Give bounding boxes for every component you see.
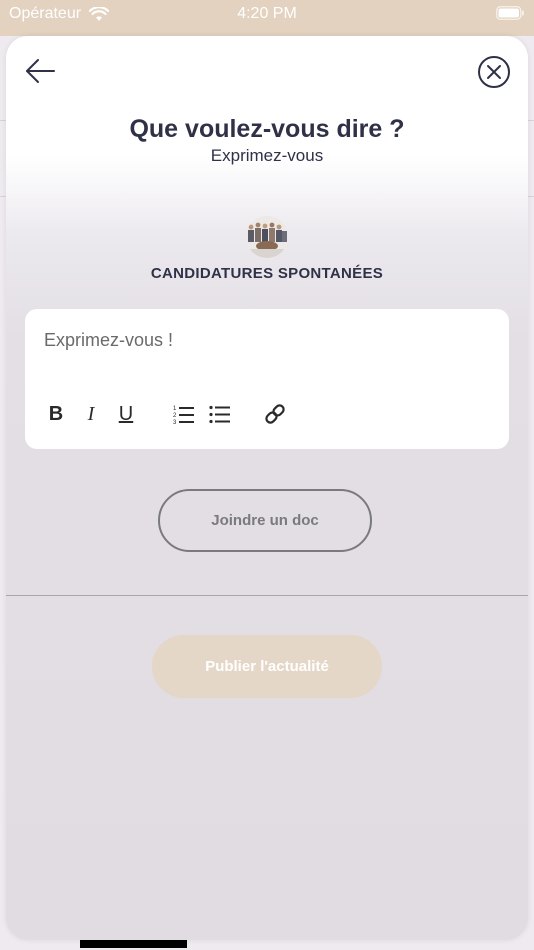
underline-button[interactable]: U <box>117 401 135 427</box>
editor-toolbar: B I U 1 2 3 <box>25 401 509 427</box>
status-time: 4:20 PM <box>237 5 297 22</box>
group-name: CANDIDATURES SPONTANÉES <box>150 265 384 282</box>
link-button[interactable] <box>264 401 286 427</box>
bold-button[interactable]: B <box>47 401 65 427</box>
bullet-list-icon <box>209 405 230 424</box>
svg-text:3: 3 <box>173 420 177 425</box>
home-indicator <box>80 940 187 948</box>
svg-text:1: 1 <box>173 406 177 412</box>
group-avatar <box>246 216 288 258</box>
link-icon <box>265 404 285 424</box>
page-title: Que voulez-vous dire ? <box>129 115 405 143</box>
close-circle-icon <box>478 56 510 88</box>
close-button[interactable] <box>477 55 511 89</box>
svg-text:2: 2 <box>173 413 177 419</box>
divider <box>6 595 528 596</box>
page-subtitle: Exprimez-vous <box>210 146 324 165</box>
publish-button[interactable]: Publier l'actualité <box>152 635 382 698</box>
editor-input[interactable]: Exprimez-vous ! <box>44 330 173 351</box>
battery-icon <box>496 6 524 25</box>
ordered-list-icon: 1 2 3 <box>173 406 194 425</box>
back-arrow-icon <box>26 59 55 83</box>
italic-button[interactable]: I <box>82 401 100 427</box>
back-button[interactable] <box>24 56 58 86</box>
ordered-list-button[interactable]: 1 2 3 <box>173 401 195 427</box>
bullet-list-button[interactable] <box>209 401 231 427</box>
compose-sheet: Que voulez-vous dire ? Exprimez-vous CAN… <box>6 36 528 940</box>
post-editor[interactable]: Exprimez-vous ! B I U 1 2 3 <box>25 309 509 449</box>
attach-document-button[interactable]: Joindre un doc <box>158 489 372 552</box>
status-bar: Opérateur 4:20 PM <box>0 0 534 30</box>
